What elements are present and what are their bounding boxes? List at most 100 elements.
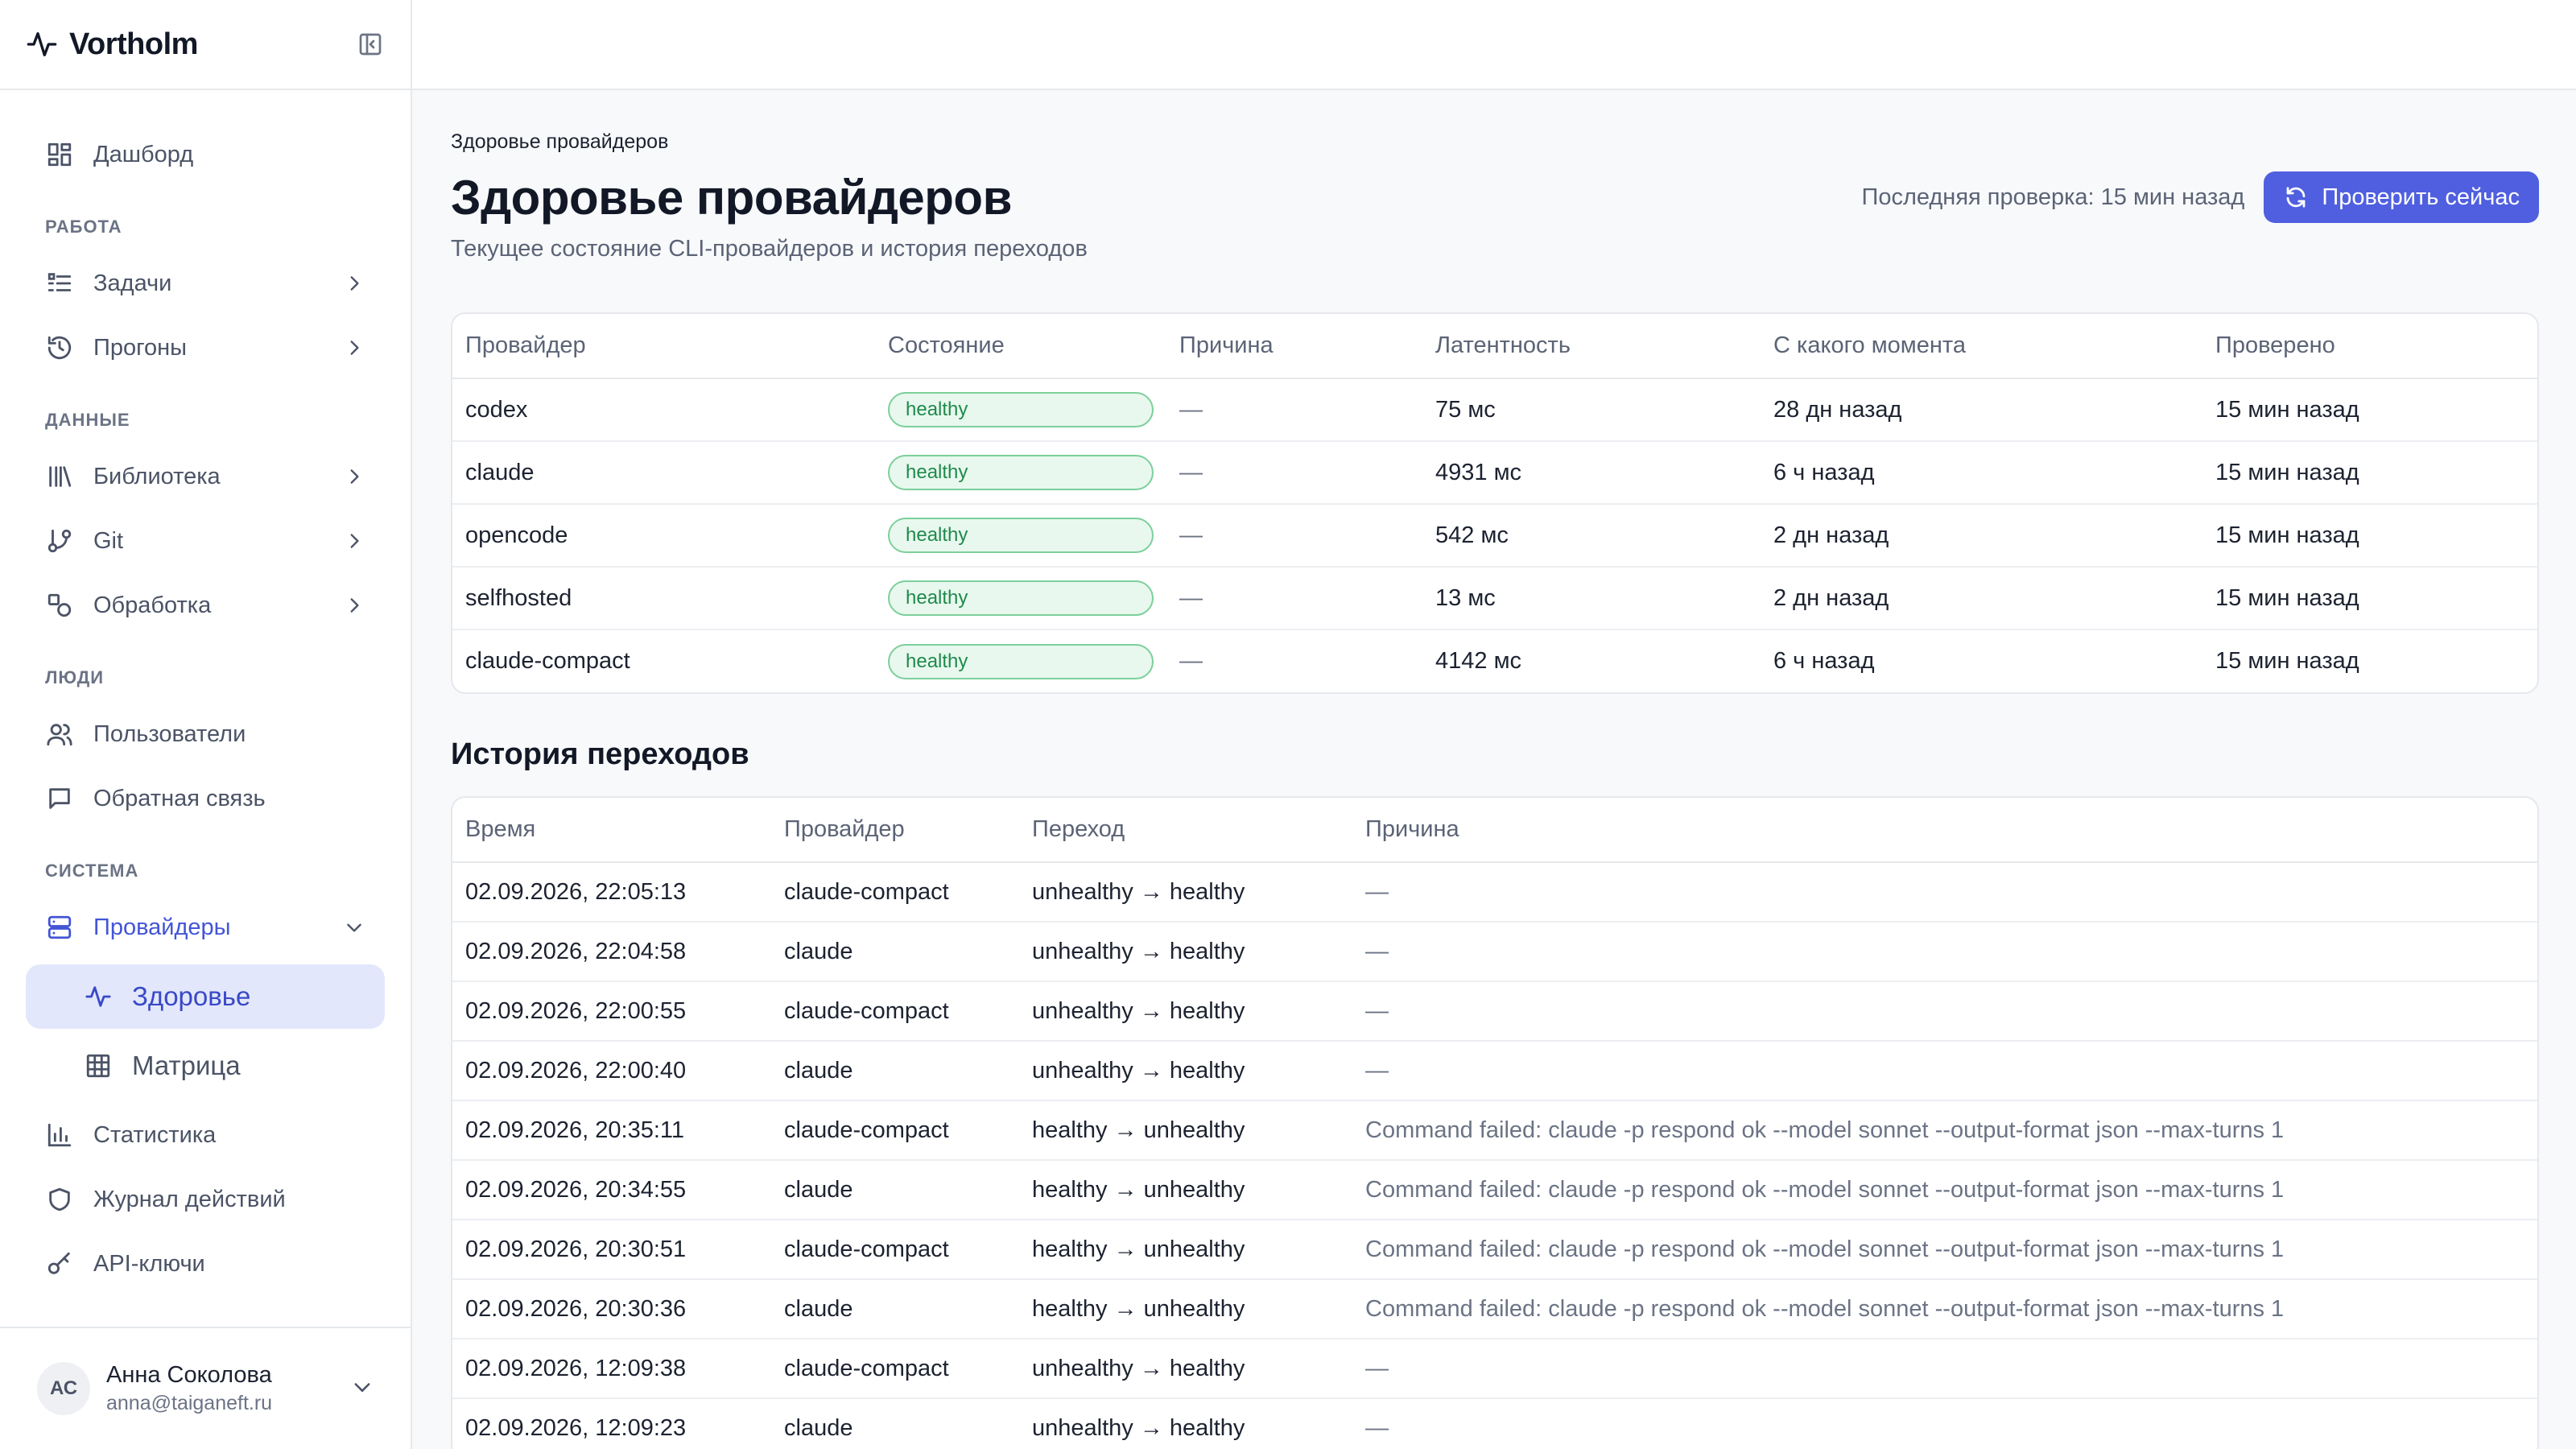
transition-cell: unhealthy → healthy xyxy=(1019,1339,1352,1399)
reason-cell: — xyxy=(1352,922,2537,982)
column-header[interactable]: Время xyxy=(452,798,771,863)
column-header[interactable]: Провайдер xyxy=(452,314,875,379)
shield-icon xyxy=(45,1185,74,1214)
since-cell: 6 ч назад xyxy=(1773,648,1875,674)
dashboard-icon xyxy=(45,140,74,169)
table-row[interactable]: 02.09.2026, 20:30:51 claude-compact heal… xyxy=(452,1220,2537,1280)
table-row[interactable]: 02.09.2026, 22:00:55 claude-compact unhe… xyxy=(452,981,2537,1042)
pulse-icon xyxy=(26,28,58,60)
latency-cell: 13 мс xyxy=(1422,567,1761,630)
table-row[interactable]: 02.09.2026, 22:05:13 claude-compact unhe… xyxy=(452,862,2537,923)
chevron-down-icon xyxy=(343,916,365,939)
reason-cell: — xyxy=(1365,1415,1389,1441)
page-header: Здоровье провайдеров Текущее состояние C… xyxy=(451,171,2539,262)
sidebar-item-processing[interactable]: Обработка xyxy=(26,573,385,638)
sidebar-item-dashboard[interactable]: Дашборд xyxy=(26,122,385,187)
provider-cell: claude xyxy=(784,1415,853,1441)
transition-cell: unhealthy → healthy xyxy=(1032,1415,1245,1441)
sidebar-item-label: Матрица xyxy=(132,1051,241,1080)
user-info: Анна Соколова anna@taiganeft.ru xyxy=(106,1362,272,1415)
bar-chart-icon xyxy=(45,1121,74,1150)
provider-cell: claude xyxy=(771,1279,1019,1340)
latency-cell: 4142 мс xyxy=(1435,648,1522,674)
sidebar-item-users[interactable]: Пользователи xyxy=(26,702,385,766)
table-row[interactable]: 02.09.2026, 12:09:23 claude unhealthy → … xyxy=(452,1398,2537,1449)
column-header[interactable]: Латентность xyxy=(1422,314,1761,379)
status-cell: healthy xyxy=(875,441,1166,505)
user-email: anna@taiganeft.ru xyxy=(106,1392,273,1414)
sidebar-item-runs[interactable]: Прогоны xyxy=(26,316,385,380)
check-now-button[interactable]: Проверить сейчас xyxy=(2264,171,2539,223)
provider-cell: claude-compact xyxy=(771,981,1019,1042)
column-header[interactable]: Переход xyxy=(1019,798,1352,863)
provider-name: opencode xyxy=(452,504,875,568)
reason-cell: — xyxy=(1352,1339,2537,1399)
column-header[interactable]: Провайдер xyxy=(771,798,1019,863)
sidebar-item-label: Git xyxy=(93,527,124,554)
table-row[interactable]: 02.09.2026, 22:00:40 claude unhealthy → … xyxy=(452,1041,2537,1101)
table-row[interactable]: 02.09.2026, 20:34:55 claude healthy → un… xyxy=(452,1160,2537,1220)
table-row[interactable]: codex healthy — 75 мс 28 дн назад 15 мин… xyxy=(452,378,2537,442)
reason-cell: — xyxy=(1166,567,1422,630)
column-header[interactable]: Состояние xyxy=(875,314,1166,379)
reason-cell: — xyxy=(1352,862,2537,923)
provider-cell: claude xyxy=(771,922,1019,982)
sidebar-item-label: API-ключи xyxy=(93,1250,205,1277)
status-cell: healthy xyxy=(875,630,1166,692)
top-bar xyxy=(412,0,2576,90)
column-header[interactable]: Причина xyxy=(1352,798,2537,863)
page-heading: Здоровье провайдеров Текущее состояние C… xyxy=(451,171,1088,262)
status-badge: healthy xyxy=(888,392,1154,427)
sidebar: Vortholm Дашборд РАБОТА Задачи Прогоны Д… xyxy=(0,0,412,1449)
sidebar-item-git[interactable]: Git xyxy=(26,509,385,573)
latency-cell: 75 мс xyxy=(1422,378,1761,442)
table-row[interactable]: selfhosted healthy — 13 мс 2 дн назад 15… xyxy=(452,567,2537,630)
provider-name: claude-compact xyxy=(465,648,630,674)
transition-cell: healthy → unhealthy xyxy=(1019,1279,1352,1340)
sidebar-item-label: Обработка xyxy=(93,592,212,618)
time-cell: 02.09.2026, 20:34:55 xyxy=(452,1160,771,1220)
provider-cell: claude-compact xyxy=(771,1339,1019,1399)
git-branch-icon xyxy=(45,526,74,555)
column-header[interactable]: Причина xyxy=(1166,314,1422,379)
table-row[interactable]: opencode healthy — 542 мс 2 дн назад 15 … xyxy=(452,504,2537,568)
sidebar-collapse-icon[interactable] xyxy=(356,30,385,59)
breadcrumb[interactable]: Здоровье провайдеров xyxy=(451,130,2539,154)
sidebar-item-audit-log[interactable]: Журнал действий xyxy=(26,1167,385,1232)
sidebar-item-library[interactable]: Библиотека xyxy=(26,444,385,509)
sidebar-item-matrix[interactable]: Матрица xyxy=(26,1034,385,1098)
reason-cell: Command failed: claude -p respond ok --m… xyxy=(1352,1279,2537,1340)
sidebar-item-providers[interactable]: Провайдеры xyxy=(26,895,385,960)
transition-cell: healthy → unhealthy xyxy=(1019,1220,1352,1280)
reason-cell: — xyxy=(1352,1041,2537,1101)
sidebar-item-feedback[interactable]: Обратная связь xyxy=(26,766,385,831)
table-row[interactable]: claude healthy — 4931 мс 6 ч назад 15 ми… xyxy=(452,441,2537,505)
transition-cell: unhealthy → healthy xyxy=(1019,862,1352,923)
chevron-down-icon xyxy=(351,1376,374,1402)
table-row[interactable]: 02.09.2026, 12:09:38 claude-compact unhe… xyxy=(452,1339,2537,1399)
checked-cell: 15 мин назад xyxy=(2215,648,2359,674)
column-header[interactable]: Проверено xyxy=(2202,314,2537,379)
since-cell: 2 дн назад xyxy=(1761,567,2202,630)
user-menu[interactable]: АС Анна Соколова anna@taiganeft.ru xyxy=(0,1327,411,1449)
status-cell: healthy xyxy=(875,378,1166,442)
sidebar-item-api-keys[interactable]: API-ключи xyxy=(26,1232,385,1296)
table-row[interactable]: 02.09.2026, 22:04:58 claude unhealthy → … xyxy=(452,922,2537,982)
column-header[interactable]: С какого момента xyxy=(1761,314,2202,379)
table-row[interactable]: 02.09.2026, 20:30:36 claude healthy → un… xyxy=(452,1279,2537,1340)
table-row[interactable]: 02.09.2026, 20:35:11 claude-compact heal… xyxy=(452,1100,2537,1161)
sidebar-item-tasks[interactable]: Задачи xyxy=(26,251,385,316)
status-badge: healthy xyxy=(888,580,1154,616)
table-header-row: Время Провайдер Переход Причина xyxy=(452,798,2537,863)
provider-cell: claude xyxy=(771,1041,1019,1101)
sidebar-item-health[interactable]: Здоровье xyxy=(26,964,385,1029)
checked-cell: 15 мин назад xyxy=(2202,567,2537,630)
section-data-title: ДАННЫЕ xyxy=(45,410,130,430)
message-icon xyxy=(45,784,74,813)
table-row[interactable]: claude-compact healthy — 4142 мс 6 ч наз… xyxy=(452,630,2537,692)
sidebar-item-statistics[interactable]: Статистика xyxy=(26,1103,385,1167)
section-system-title: СИСТЕМА xyxy=(45,861,139,881)
history-icon xyxy=(45,333,74,362)
history-table: Время Провайдер Переход Причина 02.09.20… xyxy=(452,798,2537,1449)
time-cell: 02.09.2026, 20:35:11 xyxy=(452,1100,771,1161)
